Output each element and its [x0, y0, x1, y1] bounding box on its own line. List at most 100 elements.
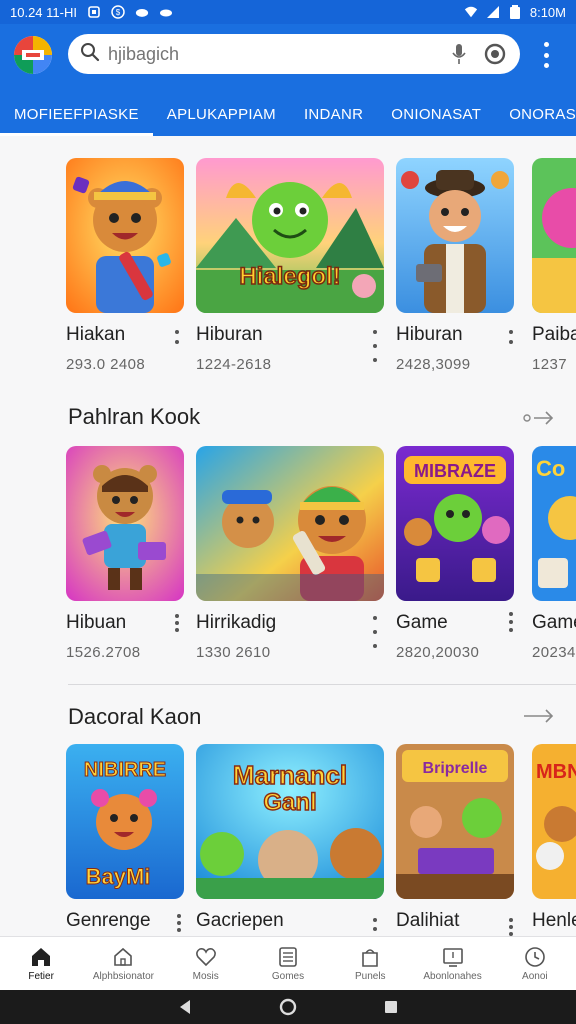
tab-1[interactable]: APLUKAPPIAM — [153, 92, 290, 136]
nav-label: Mosis — [192, 970, 219, 982]
card-menu-icon[interactable] — [174, 330, 180, 344]
thumb-caption: NIBIRRE — [84, 759, 166, 781]
nav-label: Gomes — [271, 970, 305, 982]
status-clock: 8:10M — [529, 4, 566, 20]
app-title: Hiakan — [66, 324, 126, 345]
app-row: Hiakan 293.0 2408 Hialegol! Hiburan 1224… — [0, 158, 576, 398]
heart-icon — [195, 947, 216, 966]
section-title: Pahlran Kook — [68, 404, 201, 429]
microphone-icon[interactable] — [446, 41, 472, 67]
app-card[interactable]: Hialegol! Hiburan 1224-2618 — [196, 158, 386, 388]
app-card[interactable]: MBN Henle — [532, 744, 576, 936]
app-title: Hibuan — [66, 612, 127, 633]
card-menu-icon[interactable] — [372, 616, 378, 648]
section-divider — [68, 684, 576, 685]
svg-text:$: $ — [116, 8, 121, 17]
back-icon[interactable] — [177, 999, 193, 1015]
app-meta: 1224-2618 — [196, 356, 272, 373]
more-arrow-icon[interactable] — [520, 706, 560, 726]
main-content: Hiakan 293.0 2408 Hialegol! Hiburan 1224… — [0, 136, 576, 936]
app-card[interactable]: Hirrikadig 1330 2610 — [196, 446, 386, 676]
app-title: Henle — [532, 910, 576, 931]
wifi-icon — [464, 5, 478, 19]
app-card[interactable]: Co Game 20234 — [532, 446, 576, 676]
app-logo[interactable] — [14, 36, 52, 74]
bag-icon — [362, 948, 379, 967]
tab-0[interactable]: MOFIEEFPIASKE — [0, 92, 153, 136]
app-meta: 1526.2708 — [66, 644, 141, 661]
app-thumbnail: Co — [532, 446, 576, 601]
thumb-caption: Briprelle — [423, 760, 488, 777]
home-icon — [32, 947, 51, 966]
app-row: Hibuan 1526.2708 Hirrikadig 1330 2610 MI… — [0, 446, 576, 686]
app-thumbnail: MIBRAZE — [396, 446, 514, 601]
battery-icon — [508, 5, 522, 19]
nav-item-favorites[interactable]: Mosis — [165, 937, 247, 990]
tab-2[interactable]: INDANR — [290, 92, 377, 136]
search-icon — [80, 42, 100, 67]
card-menu-icon[interactable] — [508, 612, 514, 632]
camera-lens-icon[interactable] — [482, 41, 508, 67]
app-title: Game — [396, 612, 448, 633]
tab-4[interactable]: ONORASIS — [495, 92, 576, 136]
thumb-caption: Hialegol! — [239, 263, 340, 290]
thumb-caption: BayMi — [86, 864, 151, 889]
app-thumbnail: NIBIRRE BayMi — [66, 744, 184, 899]
app-meta: 2820,20030 — [396, 644, 480, 661]
app-title: Dalihiat — [396, 910, 460, 931]
status-time: 10.24 11-HI — [10, 4, 77, 20]
card-menu-icon[interactable] — [372, 330, 378, 362]
app-thumbnail: Marnancl Ganl — [196, 744, 384, 899]
app-thumbnail — [66, 446, 184, 601]
more-arrow-icon[interactable] — [520, 408, 560, 428]
nav-label: Punels — [354, 970, 386, 982]
card-menu-icon[interactable] — [372, 918, 378, 936]
app-thumbnail: Briprelle — [396, 744, 514, 899]
card-menu-icon[interactable] — [508, 330, 514, 344]
card-menu-icon[interactable] — [176, 914, 182, 932]
app-title: Game — [532, 612, 576, 633]
tab-3[interactable]: ONIONASAT — [377, 92, 495, 136]
nav-label: Abonlonahes — [423, 970, 482, 982]
signal-icon — [486, 5, 500, 19]
search-input[interactable] — [108, 43, 436, 65]
recents-icon[interactable] — [383, 999, 399, 1015]
app-card[interactable]: Paiba 1237 — [532, 158, 576, 388]
system-navigation-bar — [0, 990, 576, 1024]
clock-icon — [525, 946, 545, 967]
search-bar[interactable] — [68, 34, 520, 74]
thumb-caption: Co — [536, 456, 565, 481]
app-thumbnail — [196, 446, 384, 601]
nav-label: Alphbsionator — [92, 970, 154, 982]
app-meta: 2428,3099 — [396, 356, 471, 373]
nav-item-apps[interactable]: Alphbsionator — [82, 937, 164, 990]
app-header: MOFIEEFPIASKE APLUKAPPIAM INDANR ONIONAS… — [0, 24, 576, 136]
app-thumbnail — [66, 158, 184, 313]
app-title: Hirrikadig — [196, 612, 277, 633]
notification-icon — [87, 5, 101, 19]
thumb-caption: Marnancl — [233, 760, 347, 790]
nav-item-games[interactable]: Gomes — [247, 937, 329, 990]
app-title: Paiba — [532, 324, 576, 345]
app-title: Genrenge — [66, 910, 151, 931]
nav-item-purchases[interactable]: Punels — [329, 937, 411, 990]
list-icon — [279, 946, 297, 967]
app-card[interactable]: Marnancl Ganl Gacriepen — [196, 744, 386, 936]
nav-label: Aonoi — [522, 970, 548, 982]
nav-item-home[interactable]: Fetier — [0, 937, 82, 990]
card-menu-icon[interactable] — [508, 918, 514, 936]
bottom-navigation: Fetier Alphbsionator Mosis Gomes Punels … — [0, 936, 576, 990]
screen-icon — [442, 947, 463, 967]
app-meta: 20234 — [532, 644, 576, 661]
app-thumbnail — [396, 158, 514, 313]
nav-item-account[interactable]: Aonoi — [494, 937, 576, 990]
card-menu-icon[interactable] — [174, 614, 180, 632]
app-thumbnail — [532, 158, 576, 313]
house-outline-icon — [114, 947, 133, 966]
home-button-icon[interactable] — [279, 998, 297, 1016]
nav-item-subscriptions[interactable]: Abonlonahes — [411, 937, 493, 990]
thumb-caption: Ganl — [263, 789, 316, 816]
app-row: NIBIRRE BayMi Genrenge Marnancl Ganl Gac… — [0, 744, 576, 936]
app-title: Hiburan — [196, 324, 263, 345]
overflow-menu-icon[interactable] — [536, 42, 556, 68]
